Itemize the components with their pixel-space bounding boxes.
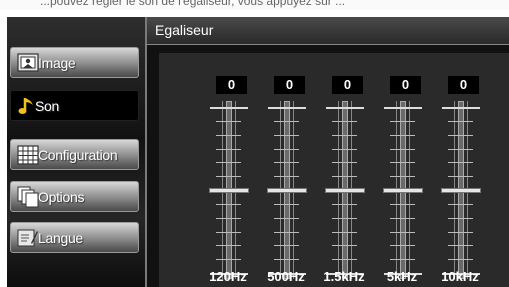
- eq-tick: [274, 231, 299, 233]
- eq-tick: [268, 107, 306, 109]
- sidebar-item-options[interactable]: Options: [10, 181, 139, 212]
- eq-tick: [390, 148, 415, 150]
- eq-tick: [448, 259, 473, 261]
- eq-tick: [448, 231, 473, 233]
- eq-tick: [448, 176, 473, 178]
- sidebar-item-label: Configuration: [38, 147, 118, 163]
- sidebar-item-label: Image: [38, 55, 76, 71]
- eq-value-box: 0: [448, 76, 479, 94]
- eq-tick: [332, 162, 357, 164]
- eq-tick: [216, 120, 241, 122]
- sidebar-item-image[interactable]: Image: [10, 47, 139, 78]
- eq-tick: [332, 245, 357, 247]
- sidebar-item-son[interactable]: Son: [10, 90, 139, 121]
- eq-tick: [216, 148, 241, 150]
- eq-value-box: 0: [216, 76, 247, 94]
- sidebar-item-label: Son: [35, 98, 60, 114]
- eq-slider-knob[interactable]: [441, 188, 481, 193]
- eq-frequency-label: 120Hz: [209, 269, 247, 284]
- eq-band-1.5kHz[interactable]: 0 1.5kHz: [320, 53, 368, 287]
- eq-slider-knob[interactable]: [209, 188, 249, 193]
- sidebar-item-langue[interactable]: Langue: [10, 222, 139, 253]
- eq-frequency-label: 10kHz: [441, 269, 479, 284]
- eq-band-5kHz[interactable]: 0 5kHz: [378, 53, 426, 287]
- eq-tick: [216, 176, 241, 178]
- eq-band-120Hz[interactable]: 0 120Hz: [204, 53, 252, 287]
- header-bar: Egaliseur: [147, 17, 509, 45]
- sidebar: Image Son Configuration Options Langue: [7, 17, 147, 287]
- eq-tick: [390, 134, 415, 136]
- eq-tick: [390, 162, 415, 164]
- eq-tick: [442, 107, 480, 109]
- eq-tick: [390, 203, 415, 205]
- eq-tick: [332, 120, 357, 122]
- eq-tick: [448, 148, 473, 150]
- eq-frequency-label: 500Hz: [267, 269, 305, 284]
- eq-band-500Hz[interactable]: 0 500Hz: [262, 53, 310, 287]
- eq-tick: [332, 134, 357, 136]
- tv-menu-screen: Image Son Configuration Options Langue E…: [7, 17, 509, 287]
- eq-tick: [274, 134, 299, 136]
- eq-value-box: 0: [274, 76, 305, 94]
- eq-tick: [448, 245, 473, 247]
- eq-slider-knob[interactable]: [325, 188, 365, 193]
- equalizer-frame: 0 120Hz 0 500Hz 0 1.5kHz 0 5kHz 0 10kHz: [147, 45, 509, 287]
- eq-tick: [390, 217, 415, 219]
- eq-tick: [274, 259, 299, 261]
- eq-tick: [216, 203, 241, 205]
- language-icon: [17, 227, 39, 249]
- eq-tick: [332, 259, 357, 261]
- equalizer-panel: 0 120Hz 0 500Hz 0 1.5kHz 0 5kHz 0 10kHz: [159, 53, 509, 287]
- eq-frequency-label: 1.5kHz: [323, 269, 365, 284]
- layers-icon: [17, 186, 39, 208]
- eq-frequency-label: 5kHz: [386, 269, 418, 284]
- eq-tick: [390, 120, 415, 122]
- grid-icon: [17, 144, 39, 166]
- eq-tick: [448, 134, 473, 136]
- eq-tick: [274, 245, 299, 247]
- eq-value-box: 0: [332, 76, 363, 94]
- eq-band-10kHz[interactable]: 0 10kHz: [436, 53, 484, 287]
- eq-tick: [274, 148, 299, 150]
- eq-tick: [274, 203, 299, 205]
- page-title: Egaliseur: [155, 22, 214, 38]
- eq-tick: [274, 120, 299, 122]
- eq-tick: [332, 203, 357, 205]
- eq-tick: [216, 245, 241, 247]
- eq-tick: [390, 245, 415, 247]
- eq-slider-knob[interactable]: [267, 188, 307, 193]
- eq-tick: [448, 203, 473, 205]
- eq-tick: [384, 107, 422, 109]
- eq-tick: [274, 176, 299, 178]
- eq-tick: [210, 107, 248, 109]
- eq-tick: [448, 162, 473, 164]
- sidebar-item-configuration[interactable]: Configuration: [10, 139, 139, 170]
- eq-tick: [390, 259, 415, 261]
- eq-tick: [216, 162, 241, 164]
- top-strip-text: ...pouvez régler le son de l'égaliseur, …: [40, 0, 346, 8]
- eq-tick: [274, 217, 299, 219]
- eq-tick: [332, 148, 357, 150]
- eq-tick: [390, 231, 415, 233]
- top-strip: ...pouvez régler le son de l'égaliseur, …: [0, 0, 509, 10]
- eq-tick: [332, 217, 357, 219]
- sidebar-item-label: Options: [38, 189, 85, 205]
- eq-tick: [274, 162, 299, 164]
- eq-slider-knob[interactable]: [383, 188, 423, 193]
- eq-value-box: 0: [390, 76, 421, 94]
- picture-icon: [17, 52, 39, 74]
- eq-tick: [216, 259, 241, 261]
- eq-tick: [216, 231, 241, 233]
- eq-tick: [216, 217, 241, 219]
- eq-tick: [448, 217, 473, 219]
- eq-tick: [332, 231, 357, 233]
- eq-tick: [448, 120, 473, 122]
- sidebar-item-label: Langue: [38, 230, 83, 246]
- eq-tick: [326, 107, 364, 109]
- eq-tick: [332, 176, 357, 178]
- eq-tick: [390, 176, 415, 178]
- eq-tick: [216, 134, 241, 136]
